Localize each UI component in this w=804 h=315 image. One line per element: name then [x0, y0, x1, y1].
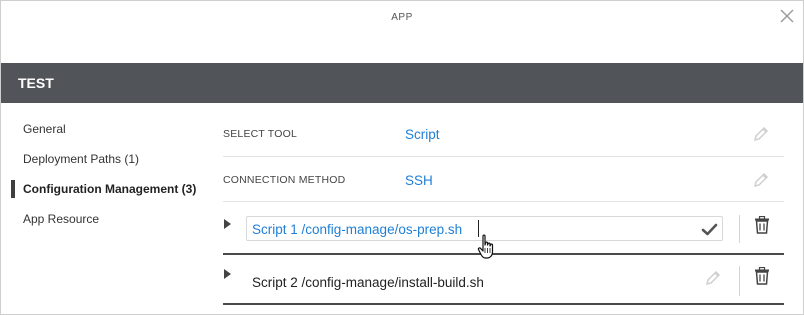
trash-icon[interactable]	[754, 216, 770, 234]
pencil-icon[interactable]	[704, 269, 722, 287]
sidebar-item-app-resource[interactable]: App Resource	[23, 212, 99, 226]
sidebar: General Deployment Paths (1) Configurati…	[1, 103, 206, 314]
app-title: APP	[391, 12, 413, 23]
pencil-icon[interactable]	[752, 171, 770, 189]
separator	[739, 266, 740, 296]
sidebar-item-general[interactable]: General	[23, 122, 66, 136]
select-tool-label: SELECT TOOL	[223, 128, 297, 140]
header-bar: TEST	[1, 63, 803, 103]
separator	[739, 215, 740, 243]
select-tool-value[interactable]: Script	[405, 127, 440, 142]
row-divider	[223, 201, 784, 202]
hand-cursor-icon	[477, 234, 494, 259]
check-icon[interactable]	[701, 221, 718, 238]
expand-arrow-icon[interactable]	[224, 269, 231, 279]
script-2-value: Script 2 /config-manage/install-build.sh	[252, 275, 484, 290]
page-title: TEST	[18, 75, 54, 91]
row-divider	[223, 156, 784, 157]
connection-method-value[interactable]: SSH	[405, 173, 433, 188]
expand-arrow-icon[interactable]	[224, 219, 231, 229]
sidebar-item-deployment-paths[interactable]: Deployment Paths (1)	[23, 152, 139, 166]
app-dialog: APP TEST General Deployment Paths (1) Co…	[0, 0, 804, 315]
active-item-marker	[11, 180, 15, 198]
connection-method-label: CONNECTION METHOD	[223, 174, 346, 186]
row-divider-active	[223, 253, 784, 255]
close-icon[interactable]	[779, 8, 795, 24]
row-divider-active	[223, 303, 784, 305]
script-1-value: Script 1 /config-manage/os-prep.sh	[252, 222, 463, 237]
pencil-icon[interactable]	[752, 125, 770, 143]
title-bar: APP	[1, 1, 803, 63]
trash-icon[interactable]	[754, 267, 770, 285]
sidebar-item-configuration-management[interactable]: Configuration Management (3)	[23, 182, 196, 196]
